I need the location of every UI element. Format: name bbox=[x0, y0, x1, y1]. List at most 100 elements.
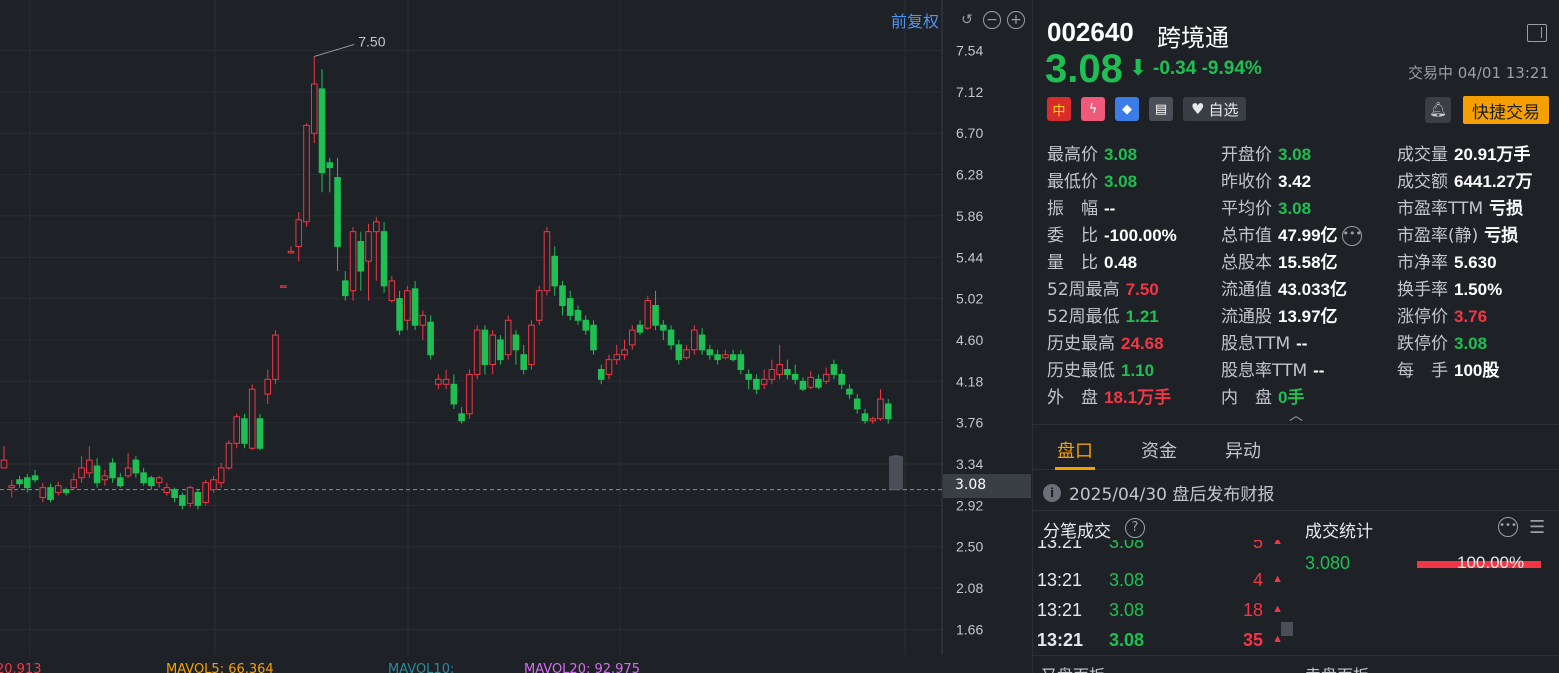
candle-body bbox=[621, 349, 628, 356]
bottom-panel-left[interactable]: 又盘面板 bbox=[1041, 662, 1105, 673]
candle-body bbox=[877, 398, 884, 420]
stat-item: 涨停价 3.76 bbox=[1397, 302, 1487, 327]
y-tick-label: 6.28 bbox=[956, 167, 983, 183]
layout-toggle-icon[interactable] bbox=[1527, 24, 1547, 42]
candle-body bbox=[55, 485, 62, 494]
stat-item: 股息率TTM -- bbox=[1221, 356, 1324, 381]
stat-label: 历史最高 bbox=[1047, 334, 1115, 354]
candle-body bbox=[574, 309, 582, 321]
peak-label: 7.50 bbox=[358, 33, 385, 49]
stat-item: 每 手 100股 bbox=[1397, 356, 1499, 381]
stat-item: 成交额 6441.27万 bbox=[1397, 167, 1532, 192]
zoom-in-icon[interactable]: + bbox=[1007, 11, 1025, 29]
candle-body bbox=[822, 373, 830, 382]
tick-row: 13:21 3.08 5 ▲ bbox=[1037, 540, 1287, 562]
stat-value: 3.08 bbox=[1104, 145, 1138, 164]
y-tick-label: 2.50 bbox=[956, 539, 983, 555]
candle-body bbox=[590, 324, 597, 351]
candle-body bbox=[47, 487, 54, 500]
candle-body bbox=[714, 354, 721, 361]
y-tick-label: 6.70 bbox=[956, 125, 983, 141]
candle-body bbox=[303, 124, 310, 223]
zoom-out-icon[interactable]: − bbox=[983, 11, 1001, 29]
candle-body bbox=[357, 241, 365, 272]
stat-label: 平均价 bbox=[1221, 199, 1272, 219]
adjust-mode-button[interactable]: 前复权 bbox=[891, 8, 939, 32]
candle-body bbox=[163, 487, 171, 494]
stat-label: 市盈率TTM bbox=[1397, 199, 1484, 219]
stat-label: 股息率TTM bbox=[1221, 361, 1308, 381]
candle-body bbox=[70, 479, 78, 489]
candle-body bbox=[241, 418, 248, 444]
earnings-notice[interactable]: i 2025/04/30 盘后发布财报 bbox=[1043, 480, 1274, 505]
candle-body bbox=[171, 489, 178, 498]
tab-anomaly[interactable]: 异动 bbox=[1225, 437, 1261, 463]
stat-item: 52周最高 7.50 bbox=[1047, 275, 1159, 300]
tick-row: 13:21 3.08 4 ▲ bbox=[1037, 570, 1283, 590]
tab-pankou[interactable]: 盘口 bbox=[1057, 437, 1093, 463]
stat-item: 市盈率TTM 亏损 bbox=[1397, 194, 1523, 219]
candle-body bbox=[543, 231, 551, 292]
candle-body bbox=[404, 290, 411, 321]
up-triangle-icon: ▲ bbox=[1272, 573, 1283, 585]
candle-body bbox=[628, 329, 636, 346]
tag-icon[interactable]: ◆ bbox=[1115, 97, 1139, 121]
stat-item: 股息TTM -- bbox=[1221, 329, 1307, 354]
add-watchlist-button[interactable]: ♥ 自选 bbox=[1183, 97, 1247, 121]
document-icon[interactable]: ▤ bbox=[1149, 97, 1173, 121]
candle-body bbox=[559, 285, 566, 307]
stat-label: 52周最低 bbox=[1047, 307, 1120, 327]
bell-icon[interactable]: 🔔︎ bbox=[1425, 97, 1451, 123]
stat-item: 流通值 43.033亿 bbox=[1221, 275, 1347, 300]
more-dots-icon[interactable]: ••• bbox=[1341, 226, 1362, 246]
bottom-panel-right[interactable]: 卖盘面板 bbox=[1305, 662, 1369, 673]
china-flag-icon[interactable]: 中 bbox=[1047, 97, 1071, 121]
candle-body bbox=[225, 442, 233, 469]
tick-list[interactable]: 13:21 3.08 5 ▲ 13:21 3.08 4 ▲ 13:21 3.08 18 ▲ 13:… bbox=[1037, 540, 1287, 655]
stat-label: 内 盘 bbox=[1221, 388, 1272, 408]
kline-chart[interactable]: 7.54 7.12 6.70 6.28 5.86 5.44 5.02 4.60 4.18 3.76… bbox=[0, 0, 1031, 673]
down-arrow-icon: ⬇ bbox=[1129, 56, 1148, 81]
candle-body bbox=[807, 376, 814, 388]
candle-body bbox=[566, 298, 574, 316]
tick-scrollbar[interactable] bbox=[1281, 622, 1293, 636]
candle-body bbox=[489, 334, 496, 366]
candle-body bbox=[373, 221, 380, 233]
stat-label: 总股本 bbox=[1221, 253, 1272, 273]
stat-value: 3.08 bbox=[1278, 199, 1312, 218]
candle-body bbox=[132, 459, 140, 474]
candle-body bbox=[86, 459, 93, 474]
collapse-chevron-icon[interactable]: ︿ bbox=[1289, 405, 1303, 425]
more-dots-icon[interactable]: ••• bbox=[1498, 517, 1518, 537]
y-tick-label: 2.08 bbox=[956, 580, 983, 596]
candle-body bbox=[683, 349, 690, 359]
stat-label: 换手率 bbox=[1397, 280, 1448, 300]
candle-body bbox=[667, 329, 675, 346]
reset-icon[interactable]: ↺ bbox=[957, 10, 977, 30]
stat-value: 18.1万手 bbox=[1104, 388, 1172, 407]
candle-body bbox=[140, 472, 147, 484]
stat-label: 涨停价 bbox=[1397, 307, 1448, 327]
stat-value: 亏损 bbox=[1484, 226, 1519, 245]
y-tick-label: 7.54 bbox=[956, 43, 983, 59]
kline-svg[interactable]: 7.54 7.12 6.70 6.28 5.86 5.44 5.02 4.60 4.18 3.76… bbox=[0, 0, 1031, 660]
notice-text: 2025/04/30 盘后发布财报 bbox=[1069, 485, 1275, 505]
flash-icon[interactable]: ϟ bbox=[1081, 97, 1105, 121]
stat-label: 股息TTM bbox=[1221, 334, 1291, 354]
y-tick-label: 7.12 bbox=[956, 84, 983, 100]
divider bbox=[1033, 655, 1559, 656]
candle-body bbox=[869, 418, 877, 422]
stat-item: 流通股 13.97亿 bbox=[1221, 302, 1338, 327]
quick-trade-button[interactable]: 快捷交易 bbox=[1463, 96, 1549, 124]
list-icon[interactable]: ☰ bbox=[1529, 517, 1545, 538]
stat-label: 每 手 bbox=[1397, 361, 1448, 381]
candle-body bbox=[450, 383, 458, 405]
candle-body bbox=[0, 459, 8, 469]
tab-funds[interactable]: 资金 bbox=[1141, 437, 1177, 463]
stat-value: 20.91万手 bbox=[1454, 145, 1531, 164]
stat-value: 13.97亿 bbox=[1278, 307, 1338, 326]
candle-body bbox=[341, 280, 349, 297]
candle-body bbox=[597, 368, 605, 380]
volume-stats-pct: 100.00% bbox=[1457, 553, 1525, 572]
help-icon[interactable]: ? bbox=[1125, 518, 1145, 538]
